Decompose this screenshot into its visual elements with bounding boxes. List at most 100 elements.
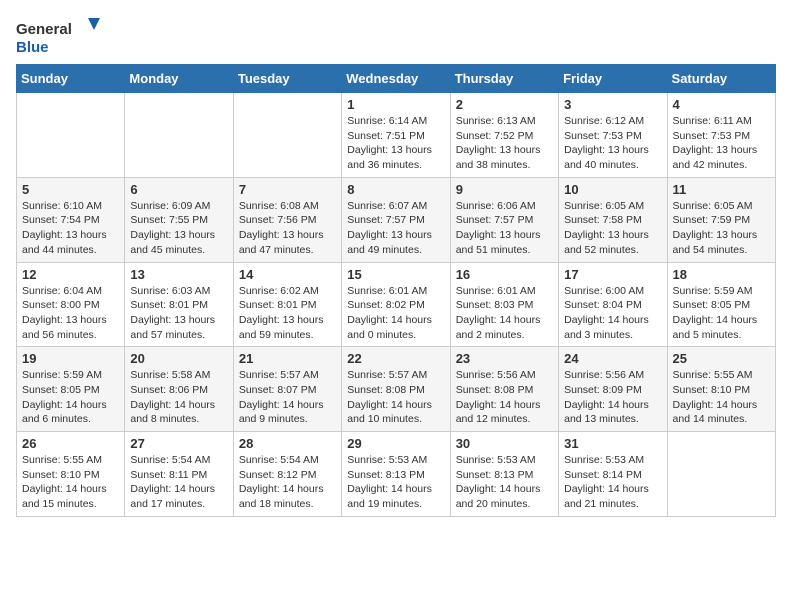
day-number: 31 xyxy=(564,436,661,451)
day-info: Sunrise: 6:04 AM Sunset: 8:00 PM Dayligh… xyxy=(22,284,119,343)
header-tuesday: Tuesday xyxy=(233,65,341,93)
day-number: 18 xyxy=(673,267,770,282)
day-info: Sunrise: 5:59 AM Sunset: 8:05 PM Dayligh… xyxy=(673,284,770,343)
day-number: 25 xyxy=(673,351,770,366)
calendar-cell: 12 Sunrise: 6:04 AM Sunset: 8:00 PM Dayli… xyxy=(17,262,125,347)
day-info: Sunrise: 5:55 AM Sunset: 8:10 PM Dayligh… xyxy=(22,453,119,512)
day-number: 11 xyxy=(673,182,770,197)
calendar-cell: 10 Sunrise: 6:05 AM Sunset: 7:58 PM Dayli… xyxy=(559,177,667,262)
day-info: Sunrise: 5:53 AM Sunset: 8:13 PM Dayligh… xyxy=(456,453,553,512)
day-number: 15 xyxy=(347,267,444,282)
day-info: Sunrise: 5:56 AM Sunset: 8:08 PM Dayligh… xyxy=(456,368,553,427)
calendar-cell: 8 Sunrise: 6:07 AM Sunset: 7:57 PM Daylig… xyxy=(342,177,450,262)
calendar-week-row: 5 Sunrise: 6:10 AM Sunset: 7:54 PM Daylig… xyxy=(17,177,776,262)
calendar-week-row: 12 Sunrise: 6:04 AM Sunset: 8:00 PM Dayli… xyxy=(17,262,776,347)
calendar-week-row: 26 Sunrise: 5:55 AM Sunset: 8:10 PM Dayli… xyxy=(17,432,776,517)
day-info: Sunrise: 5:54 AM Sunset: 8:11 PM Dayligh… xyxy=(130,453,227,512)
day-number: 13 xyxy=(130,267,227,282)
calendar-cell: 4 Sunrise: 6:11 AM Sunset: 7:53 PM Daylig… xyxy=(667,93,775,178)
calendar: SundayMondayTuesdayWednesdayThursdayFrid… xyxy=(16,64,776,517)
day-number: 1 xyxy=(347,97,444,112)
calendar-cell: 31 Sunrise: 5:53 AM Sunset: 8:14 PM Dayli… xyxy=(559,432,667,517)
day-number: 17 xyxy=(564,267,661,282)
day-number: 29 xyxy=(347,436,444,451)
calendar-cell: 18 Sunrise: 5:59 AM Sunset: 8:05 PM Dayli… xyxy=(667,262,775,347)
day-info: Sunrise: 5:57 AM Sunset: 8:08 PM Dayligh… xyxy=(347,368,444,427)
day-number: 20 xyxy=(130,351,227,366)
calendar-cell: 26 Sunrise: 5:55 AM Sunset: 8:10 PM Dayli… xyxy=(17,432,125,517)
day-info: Sunrise: 6:03 AM Sunset: 8:01 PM Dayligh… xyxy=(130,284,227,343)
calendar-cell: 7Sunrise: 6:08 AM Sunset: 7:56 PM Daylig… xyxy=(233,177,341,262)
calendar-cell: 23 Sunrise: 5:56 AM Sunset: 8:08 PM Dayli… xyxy=(450,347,558,432)
day-number: 4 xyxy=(673,97,770,112)
day-number: 24 xyxy=(564,351,661,366)
day-info: Sunrise: 6:11 AM Sunset: 7:53 PM Dayligh… xyxy=(673,114,770,173)
day-info: Sunrise: 6:01 AM Sunset: 8:02 PM Dayligh… xyxy=(347,284,444,343)
day-info: Sunrise: 6:02 AM Sunset: 8:01 PM Dayligh… xyxy=(239,284,336,343)
calendar-cell: 25Sunrise: 5:55 AM Sunset: 8:10 PM Dayli… xyxy=(667,347,775,432)
calendar-cell: 6 Sunrise: 6:09 AM Sunset: 7:55 PM Daylig… xyxy=(125,177,233,262)
day-info: Sunrise: 6:07 AM Sunset: 7:57 PM Dayligh… xyxy=(347,199,444,258)
calendar-cell: 28 Sunrise: 5:54 AM Sunset: 8:12 PM Dayli… xyxy=(233,432,341,517)
day-number: 21 xyxy=(239,351,336,366)
calendar-cell xyxy=(125,93,233,178)
calendar-cell: 27Sunrise: 5:54 AM Sunset: 8:11 PM Dayli… xyxy=(125,432,233,517)
day-info: Sunrise: 6:08 AM Sunset: 7:56 PM Dayligh… xyxy=(239,199,336,258)
day-number: 30 xyxy=(456,436,553,451)
day-number: 26 xyxy=(22,436,119,451)
day-number: 28 xyxy=(239,436,336,451)
logo-svg: GeneralBlue xyxy=(16,16,106,56)
calendar-week-row: 1 Sunrise: 6:14 AM Sunset: 7:51 PM Daylig… xyxy=(17,93,776,178)
calendar-cell: 15 Sunrise: 6:01 AM Sunset: 8:02 PM Dayli… xyxy=(342,262,450,347)
day-number: 6 xyxy=(130,182,227,197)
calendar-cell: 24 Sunrise: 5:56 AM Sunset: 8:09 PM Dayli… xyxy=(559,347,667,432)
day-info: Sunrise: 6:14 AM Sunset: 7:51 PM Dayligh… xyxy=(347,114,444,173)
calendar-week-row: 19Sunrise: 5:59 AM Sunset: 8:05 PM Dayli… xyxy=(17,347,776,432)
day-number: 10 xyxy=(564,182,661,197)
calendar-cell: 13 Sunrise: 6:03 AM Sunset: 8:01 PM Dayli… xyxy=(125,262,233,347)
day-info: Sunrise: 5:54 AM Sunset: 8:12 PM Dayligh… xyxy=(239,453,336,512)
day-number: 3 xyxy=(564,97,661,112)
day-number: 19 xyxy=(22,351,119,366)
header-thursday: Thursday xyxy=(450,65,558,93)
day-info: Sunrise: 5:57 AM Sunset: 8:07 PM Dayligh… xyxy=(239,368,336,427)
calendar-cell: 29 Sunrise: 5:53 AM Sunset: 8:13 PM Dayli… xyxy=(342,432,450,517)
day-info: Sunrise: 6:09 AM Sunset: 7:55 PM Dayligh… xyxy=(130,199,227,258)
calendar-cell: 11 Sunrise: 6:05 AM Sunset: 7:59 PM Dayli… xyxy=(667,177,775,262)
day-number: 2 xyxy=(456,97,553,112)
calendar-cell: 19Sunrise: 5:59 AM Sunset: 8:05 PM Dayli… xyxy=(17,347,125,432)
header-monday: Monday xyxy=(125,65,233,93)
calendar-cell: 30 Sunrise: 5:53 AM Sunset: 8:13 PM Dayli… xyxy=(450,432,558,517)
day-info: Sunrise: 5:56 AM Sunset: 8:09 PM Dayligh… xyxy=(564,368,661,427)
calendar-cell: 22Sunrise: 5:57 AM Sunset: 8:08 PM Dayli… xyxy=(342,347,450,432)
header-sunday: Sunday xyxy=(17,65,125,93)
calendar-cell: 5 Sunrise: 6:10 AM Sunset: 7:54 PM Daylig… xyxy=(17,177,125,262)
calendar-header-row: SundayMondayTuesdayWednesdayThursdayFrid… xyxy=(17,65,776,93)
day-info: Sunrise: 5:53 AM Sunset: 8:13 PM Dayligh… xyxy=(347,453,444,512)
header: GeneralBlue xyxy=(16,16,776,56)
svg-text:General: General xyxy=(16,21,72,38)
calendar-cell: 20 Sunrise: 5:58 AM Sunset: 8:06 PM Dayli… xyxy=(125,347,233,432)
day-number: 14 xyxy=(239,267,336,282)
day-info: Sunrise: 5:53 AM Sunset: 8:14 PM Dayligh… xyxy=(564,453,661,512)
day-number: 8 xyxy=(347,182,444,197)
day-info: Sunrise: 6:05 AM Sunset: 7:58 PM Dayligh… xyxy=(564,199,661,258)
header-saturday: Saturday xyxy=(667,65,775,93)
header-wednesday: Wednesday xyxy=(342,65,450,93)
day-number: 23 xyxy=(456,351,553,366)
day-info: Sunrise: 6:10 AM Sunset: 7:54 PM Dayligh… xyxy=(22,199,119,258)
day-number: 12 xyxy=(22,267,119,282)
calendar-cell xyxy=(17,93,125,178)
day-number: 16 xyxy=(456,267,553,282)
calendar-cell: 14 Sunrise: 6:02 AM Sunset: 8:01 PM Dayli… xyxy=(233,262,341,347)
day-number: 9 xyxy=(456,182,553,197)
day-number: 5 xyxy=(22,182,119,197)
calendar-cell: 16 Sunrise: 6:01 AM Sunset: 8:03 PM Dayli… xyxy=(450,262,558,347)
calendar-cell xyxy=(667,432,775,517)
day-info: Sunrise: 6:01 AM Sunset: 8:03 PM Dayligh… xyxy=(456,284,553,343)
svg-text:Blue: Blue xyxy=(16,39,49,56)
day-info: Sunrise: 5:58 AM Sunset: 8:06 PM Dayligh… xyxy=(130,368,227,427)
calendar-cell: 2Sunrise: 6:13 AM Sunset: 7:52 PM Daylig… xyxy=(450,93,558,178)
logo: GeneralBlue xyxy=(16,16,106,56)
day-info: Sunrise: 6:05 AM Sunset: 7:59 PM Dayligh… xyxy=(673,199,770,258)
